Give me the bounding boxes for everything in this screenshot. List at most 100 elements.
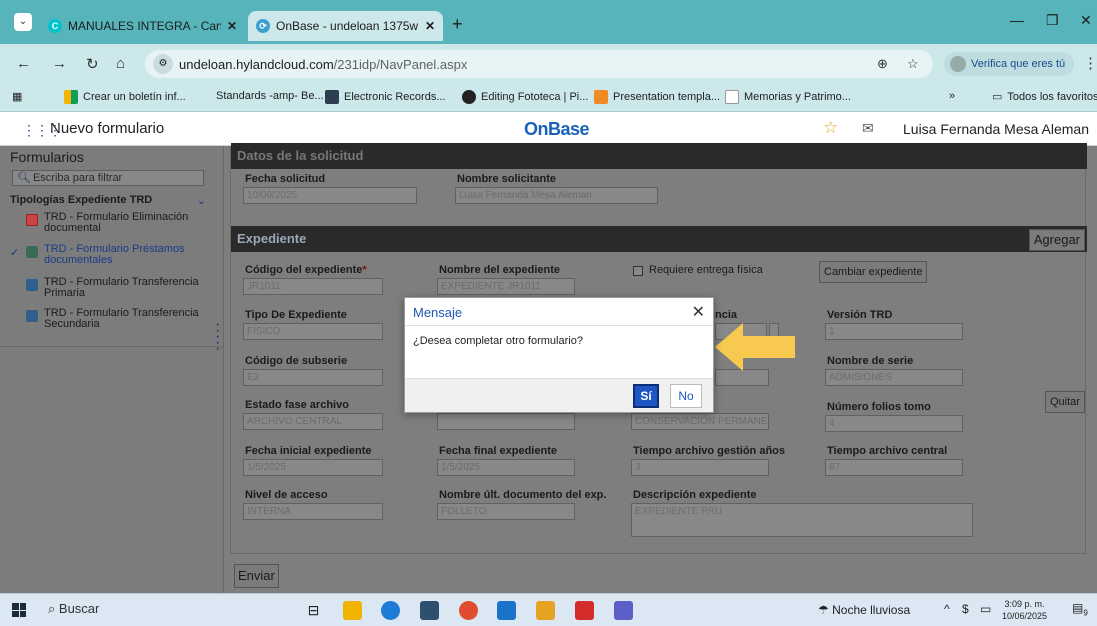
bookmark-item[interactable]: Crear un boletín inf... [64, 90, 186, 104]
bookmark-item[interactable]: Electronic Records... [325, 90, 445, 104]
nombre-expediente-field[interactable]: EXPEDIENTE JR1011 [437, 278, 575, 295]
notification-count: 9 [1083, 608, 1088, 618]
fecha-final-field[interactable]: 1/5/2025 [437, 459, 575, 476]
filter-input[interactable]: 🔍︎ Escriba para filtrar [12, 170, 204, 186]
nombre-ult-doc-field[interactable]: FOLLETO [437, 503, 575, 520]
site-info-icon[interactable]: ⚙ [153, 54, 173, 74]
version-trd-field[interactable]: 1 [825, 323, 963, 340]
notifications-icon[interactable]: ▤9 [1072, 601, 1090, 619]
cambiar-expediente-button[interactable]: Cambiar expediente [819, 261, 928, 283]
browser-tab-onbase[interactable]: ⟳ OnBase - undeloan 1375w1a 2 ✕ [248, 11, 443, 41]
verify-identity-button[interactable]: Verifica que eres tú [944, 52, 1074, 76]
bookmark-label: Editing Fototeca | Pi... [481, 91, 589, 103]
no-button[interactable]: No [670, 384, 702, 408]
back-icon[interactable]: ← [16, 55, 31, 72]
maximize-icon[interactable]: ❐ [1046, 12, 1059, 29]
all-bookmarks-folder[interactable]: ▭ Todos los favoritos [992, 90, 1097, 104]
requiere-entrega-checkbox[interactable] [633, 266, 643, 276]
bookmark-favicon-icon [64, 90, 78, 104]
outlook-icon[interactable] [497, 601, 516, 620]
section-header-expediente: Expediente Agregar [231, 226, 1087, 252]
disposicion-field[interactable]: CONSERVACIÓN PERMANENT [631, 413, 769, 430]
yes-button[interactable]: Sí [633, 384, 659, 408]
numero-folios-field[interactable]: 4 [825, 415, 963, 432]
windows-start-icon[interactable] [12, 603, 26, 617]
teams-icon[interactable] [614, 601, 633, 620]
chevron-down-icon: ⌄ [196, 195, 206, 207]
nombre-solicitante-field[interactable]: Luisa Fernanda Mesa Aleman [455, 187, 658, 204]
chrome-icon[interactable] [459, 601, 478, 620]
weather-widget[interactable]: ☂ Noche lluviosa [818, 603, 910, 617]
sidebar-item-transferencia-secundaria[interactable]: TRD - Formulario Transferencia Secundari… [10, 308, 210, 330]
file-explorer-icon[interactable] [343, 601, 362, 620]
folder-icon[interactable] [536, 601, 555, 620]
codigo-subserie-field[interactable]: E3 [243, 369, 383, 386]
clock[interactable]: 3:09 p. m. 10/06/2025 [1002, 598, 1047, 622]
apps-grid-icon[interactable]: ▦ [12, 90, 22, 103]
taskbar-search[interactable]: ⌕ Buscar [48, 601, 99, 617]
enviar-button[interactable]: Enviar [234, 564, 279, 588]
edge-icon[interactable] [381, 601, 400, 620]
bookmark-item[interactable]: Memorias y Patrimo... [725, 90, 851, 104]
search-icon: ⌕ [48, 601, 56, 616]
all-bookmarks-label: Todos los favoritos [1007, 90, 1097, 103]
form-disabled-icon [26, 214, 38, 226]
favorite-star-icon[interactable]: ☆ [823, 118, 838, 138]
close-icon[interactable]: ✕ [692, 302, 705, 322]
minimize-icon[interactable]: — [1010, 12, 1024, 28]
bookmark-item[interactable]: Standards -amp- Be... [216, 90, 324, 102]
nombre-serie-field[interactable]: ADMISIONES [825, 369, 963, 386]
close-tab-icon[interactable]: ✕ [425, 19, 435, 33]
task-view-icon[interactable]: ⊟ [304, 601, 323, 620]
zoom-icon[interactable]: ⊕ [877, 56, 888, 72]
codigo-expediente-field[interactable]: JR1011 [243, 278, 383, 295]
mail-icon[interactable]: ✉ [862, 120, 874, 137]
tiempo-central-field[interactable]: 67 [825, 459, 963, 476]
sidebar-item-eliminacion[interactable]: TRD - Formulario Eliminación documental [10, 212, 210, 234]
tipo-expediente-field[interactable]: FÍSICO [243, 323, 383, 340]
close-tab-icon[interactable]: ✕ [227, 19, 237, 33]
page-title: Nuevo formulario [50, 120, 165, 137]
sidebar-group[interactable]: Tipologías Expediente TRD ⌄ [10, 194, 206, 207]
home-icon[interactable]: ⌂ [116, 55, 125, 72]
field-label: Descripción expediente [633, 489, 757, 501]
url-bar[interactable]: ⚙ undeloan.hylandcloud.com/231idp/NavPan… [145, 50, 933, 78]
descripcion-textarea[interactable]: EXPEDIENTE PRU [631, 503, 973, 537]
hidden-field[interactable] [437, 413, 575, 430]
reload-icon[interactable]: ↻ [86, 55, 99, 73]
field-label: Estado fase archivo [245, 399, 349, 411]
nivel-acceso-field[interactable]: INTERNA [243, 503, 383, 520]
agregar-button[interactable]: Agregar [1028, 229, 1085, 251]
url-host: undeloan.hylandcloud.com [179, 56, 334, 72]
tab-search-menu-icon[interactable]: ⌄ [14, 13, 32, 31]
fecha-inicial-field[interactable]: 1/5/2025 [243, 459, 383, 476]
display-icon[interactable]: ▭ [980, 602, 991, 616]
weather-icon: ☂ [818, 603, 829, 617]
bookmark-star-icon[interactable]: ☆ [907, 56, 919, 72]
browser-tab-canva[interactable]: C MANUALES INTEGRA - Canva ✕ [40, 11, 245, 41]
browser-menu-icon[interactable]: ⋮ [1083, 54, 1097, 72]
acrobat-icon[interactable] [575, 601, 594, 620]
taskbar-search-label: Buscar [58, 601, 100, 616]
hidden-field[interactable] [715, 369, 769, 386]
sidebar-item-transferencia-primaria[interactable]: TRD - Formulario Transferencia Primaria [10, 277, 210, 299]
more-bookmarks-button[interactable]: » [949, 90, 955, 102]
profile-icon [950, 56, 966, 72]
taskbar: ⌕ Buscar ⊟ ☂ Noche lluviosa ^ $ ▭ 3:09 p… [0, 593, 1097, 626]
user-name: Luisa Fernanda Mesa Aleman [903, 121, 1089, 137]
sidebar-item-prestamos[interactable]: ✓ TRD - Formulario Préstamos documentale… [10, 244, 210, 266]
tiempo-gestion-field[interactable]: 3 [631, 459, 769, 476]
new-tab-icon[interactable]: + [452, 14, 463, 35]
resize-handle-icon[interactable]: · · · · · [215, 317, 220, 357]
bookmark-item[interactable]: Editing Fototeca | Pi... [462, 90, 588, 104]
forward-icon[interactable]: → [52, 55, 67, 72]
fecha-solicitud-field[interactable]: 10/06/2025 [243, 187, 417, 204]
bookmark-label: Presentation templa... [613, 91, 721, 103]
calculator-icon[interactable] [420, 601, 439, 620]
close-window-icon[interactable]: ✕ [1080, 12, 1092, 29]
bookmark-item[interactable]: Presentation templa... [594, 90, 720, 104]
quitar-button[interactable]: Quitar [1045, 391, 1085, 413]
dollar-icon[interactable]: $ [962, 602, 969, 616]
estado-fase-field[interactable]: ARCHIVO CENTRAL [243, 413, 383, 430]
tray-chevron-icon[interactable]: ^ [944, 602, 950, 616]
